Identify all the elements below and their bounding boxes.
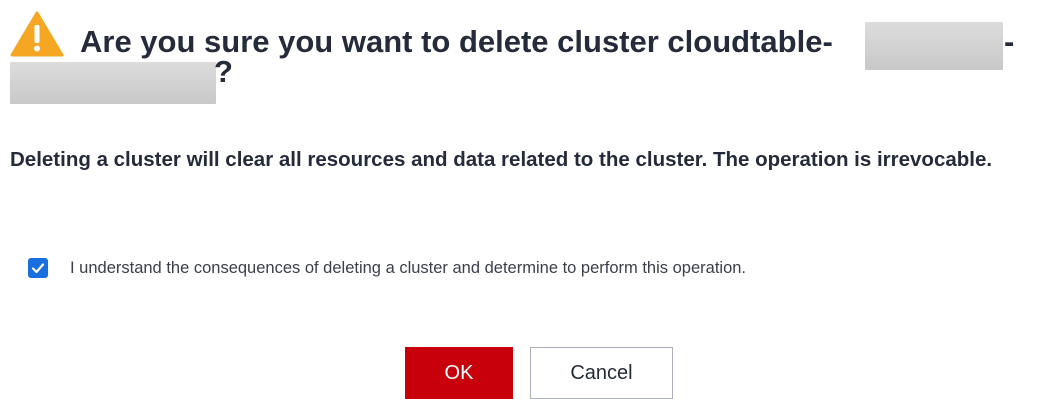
consent-row[interactable]: I understand the consequences of deletin… bbox=[28, 255, 746, 281]
consent-label: I understand the consequences of deletin… bbox=[70, 259, 747, 277]
consent-checkbox[interactable] bbox=[28, 258, 48, 278]
dialog-message: Deleting a cluster will clear all resour… bbox=[10, 148, 993, 171]
dialog-title: Are you sure you want to delete cluster … bbox=[80, 24, 833, 59]
redacted-cluster-name-part1 bbox=[865, 22, 1003, 70]
redacted-cluster-name-part2 bbox=[10, 62, 216, 104]
delete-cluster-dialog: Are you sure you want to delete cluster … bbox=[0, 0, 1044, 399]
ok-button[interactable]: OK bbox=[405, 347, 513, 399]
dialog-title-question-mark: ? bbox=[214, 54, 233, 89]
dialog-title-hyphen: - bbox=[1004, 24, 1015, 59]
cancel-button[interactable]: Cancel bbox=[530, 347, 673, 399]
checkmark-icon bbox=[31, 263, 45, 274]
warning-icon bbox=[10, 10, 64, 58]
